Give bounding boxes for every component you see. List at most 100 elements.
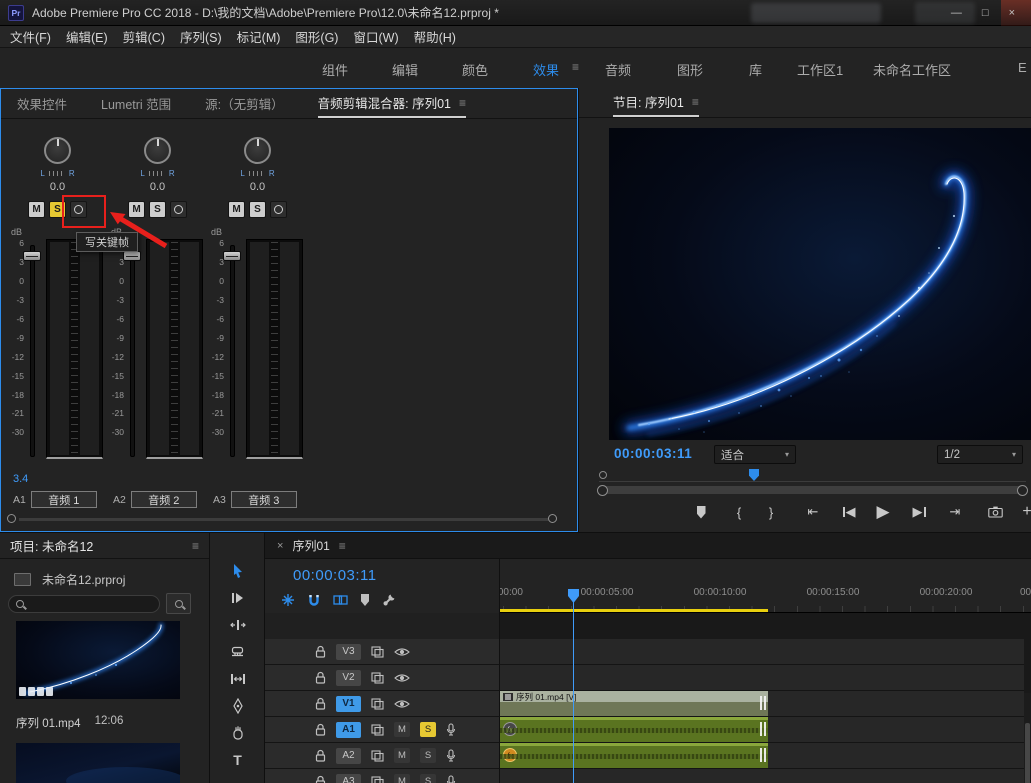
track-badge-v1[interactable]: V1 <box>336 696 361 712</box>
tab-lumetri-scopes[interactable]: Lumetri 范围 <box>101 89 171 118</box>
tab-source-monitor[interactable]: 源:（无剪辑） <box>205 89 283 118</box>
track-name-field[interactable]: 音频 3 <box>231 491 297 508</box>
menu-sequence[interactable]: 序列(S) <box>180 27 222 46</box>
menu-clip[interactable]: 剪辑(C) <box>123 27 165 46</box>
sync-lock-icon[interactable] <box>371 646 384 658</box>
timeline-scrollbar-thumb[interactable] <box>1025 723 1030 783</box>
track-mute-button[interactable]: M <box>394 774 410 783</box>
track-badge-a2[interactable]: A2 <box>336 748 361 764</box>
panel-menu-icon[interactable]: ≡ <box>192 539 199 553</box>
project-search-box[interactable] <box>8 595 160 613</box>
lock-icon[interactable] <box>315 749 326 762</box>
maximize-button[interactable]: □ <box>982 7 989 19</box>
panel-menu-icon[interactable]: ≡ <box>459 96 466 110</box>
eye-icon[interactable] <box>394 698 410 710</box>
video-clip-v1[interactable]: 序列 01.mp4 [V] <box>500 691 768 716</box>
tab-effect-controls[interactable]: 效果控件 <box>17 89 67 118</box>
timeline-timecode[interactable]: 00:00:03:11 <box>293 567 377 584</box>
tab-audio-clip-mixer[interactable]: 音频剪辑混合器: 序列01 ≡ <box>318 89 466 118</box>
voiceover-mic-icon[interactable] <box>446 723 456 737</box>
mute-button[interactable]: M <box>28 201 45 218</box>
tab-sequence-01[interactable]: 序列01 <box>292 537 329 554</box>
close-button[interactable]: × <box>1009 7 1015 19</box>
sync-lock-icon[interactable] <box>371 750 384 762</box>
sync-lock-icon[interactable] <box>371 698 384 710</box>
clip-caption[interactable]: 序列 01.mp4 12:06 <box>16 715 180 731</box>
program-zoom-scrollbar[interactable] <box>599 486 1026 494</box>
scrub-left-handle[interactable] <box>599 471 607 479</box>
mixer-horizontal-scrollbar[interactable] <box>7 513 569 525</box>
track-solo-button[interactable]: S <box>420 774 436 783</box>
trim-handle[interactable] <box>760 748 766 762</box>
nest-sequence-icon[interactable] <box>281 593 295 607</box>
solo-button[interactable]: S <box>249 201 266 218</box>
pan-knob[interactable] <box>144 137 171 164</box>
track-select-forward-tool[interactable] <box>224 586 251 610</box>
zoom-fit-dropdown[interactable]: 适合 ▾ <box>714 445 796 464</box>
eye-icon[interactable] <box>394 672 410 684</box>
volume-fader-track[interactable] <box>230 245 235 457</box>
panel-menu-icon[interactable]: ≡ <box>692 95 699 109</box>
eye-icon[interactable] <box>394 646 410 658</box>
workspace-graphics[interactable]: 图形 <box>677 60 703 79</box>
track-name-field[interactable]: 音频 2 <box>131 491 197 508</box>
track-badge-v3[interactable]: V3 <box>336 644 361 660</box>
step-back-button[interactable]: ◀ <box>835 498 863 526</box>
scrollbar-left-handle[interactable] <box>7 514 16 523</box>
clip-thumbnail-partial[interactable] <box>16 743 180 783</box>
pan-knob[interactable] <box>44 137 71 164</box>
track-solo-button[interactable]: S <box>420 722 436 737</box>
track-name-field[interactable]: 音频 1 <box>31 491 97 508</box>
lock-icon[interactable] <box>315 723 326 736</box>
button-editor-button[interactable]: + <box>1013 498 1031 526</box>
workspace-custom-1[interactable]: 工作区1 <box>797 60 843 79</box>
voiceover-mic-icon[interactable] <box>446 775 456 783</box>
audio-clip-a2[interactable]: fx <box>500 743 768 768</box>
write-keyframes-button[interactable] <box>270 201 287 218</box>
ripple-edit-tool[interactable] <box>224 613 251 637</box>
program-timecode[interactable]: 00:00:03:11 <box>614 446 692 461</box>
snap-magnet-icon[interactable] <box>308 594 320 607</box>
linked-selection-icon[interactable] <box>333 594 348 606</box>
panel-menu-icon[interactable]: ≡ <box>339 539 346 553</box>
workspace-assembly[interactable]: 组件 <box>322 60 348 79</box>
program-playhead-icon[interactable] <box>749 469 759 481</box>
track-badge-a3[interactable]: A3 <box>336 774 361 783</box>
track-mute-button[interactable]: M <box>394 722 410 737</box>
trim-handle[interactable] <box>760 722 766 736</box>
track-solo-button[interactable]: S <box>420 748 436 763</box>
menu-graphics[interactable]: 图形(G) <box>295 27 338 46</box>
audio-clip-a1[interactable]: fx <box>500 717 768 742</box>
pan-value[interactable]: 0.0 <box>109 181 206 193</box>
tab-project[interactable]: 项目: 未命名12 <box>10 536 93 555</box>
lock-icon[interactable] <box>315 671 326 684</box>
razor-tool[interactable] <box>224 640 251 664</box>
workspace-overflow[interactable]: E <box>1018 60 1027 75</box>
timeline-settings-wrench-icon[interactable] <box>382 593 396 607</box>
menu-markers[interactable]: 标记(M) <box>237 27 281 46</box>
pen-tool[interactable] <box>224 694 251 718</box>
lock-icon[interactable] <box>315 775 326 783</box>
menu-edit[interactable]: 编辑(E) <box>66 27 108 46</box>
sync-lock-icon[interactable] <box>371 776 384 783</box>
lock-icon[interactable] <box>315 645 326 658</box>
step-forward-button[interactable]: ▶ <box>905 498 933 526</box>
go-to-out-button[interactable]: ⇥ <box>941 498 969 526</box>
add-marker-icon[interactable] <box>361 594 369 606</box>
tab-program-monitor[interactable]: 节目: 序列01 ≡ <box>613 88 699 117</box>
workspace-effects[interactable]: 效果 <box>533 60 559 79</box>
volume-fader-handle[interactable] <box>23 251 41 261</box>
slip-tool[interactable] <box>224 667 251 691</box>
program-scrub-ruler[interactable] <box>599 468 1026 482</box>
timeline-ruler[interactable]: :00:00 00:00:05:00 00:00:10:00 00:00:15:… <box>500 559 1031 613</box>
pan-value[interactable]: 0.0 <box>209 181 306 193</box>
track-content-a3[interactable] <box>500 769 1024 783</box>
lock-icon[interactable] <box>315 697 326 710</box>
close-tab-icon[interactable]: × <box>277 540 283 552</box>
volume-fader-handle[interactable] <box>123 251 141 261</box>
menu-help[interactable]: 帮助(H) <box>414 27 456 46</box>
pan-value[interactable]: 0.0 <box>9 181 106 193</box>
menu-file[interactable]: 文件(F) <box>10 27 51 46</box>
go-to-in-button[interactable]: ⇤ <box>799 498 827 526</box>
clip-thumbnail[interactable] <box>16 621 180 699</box>
